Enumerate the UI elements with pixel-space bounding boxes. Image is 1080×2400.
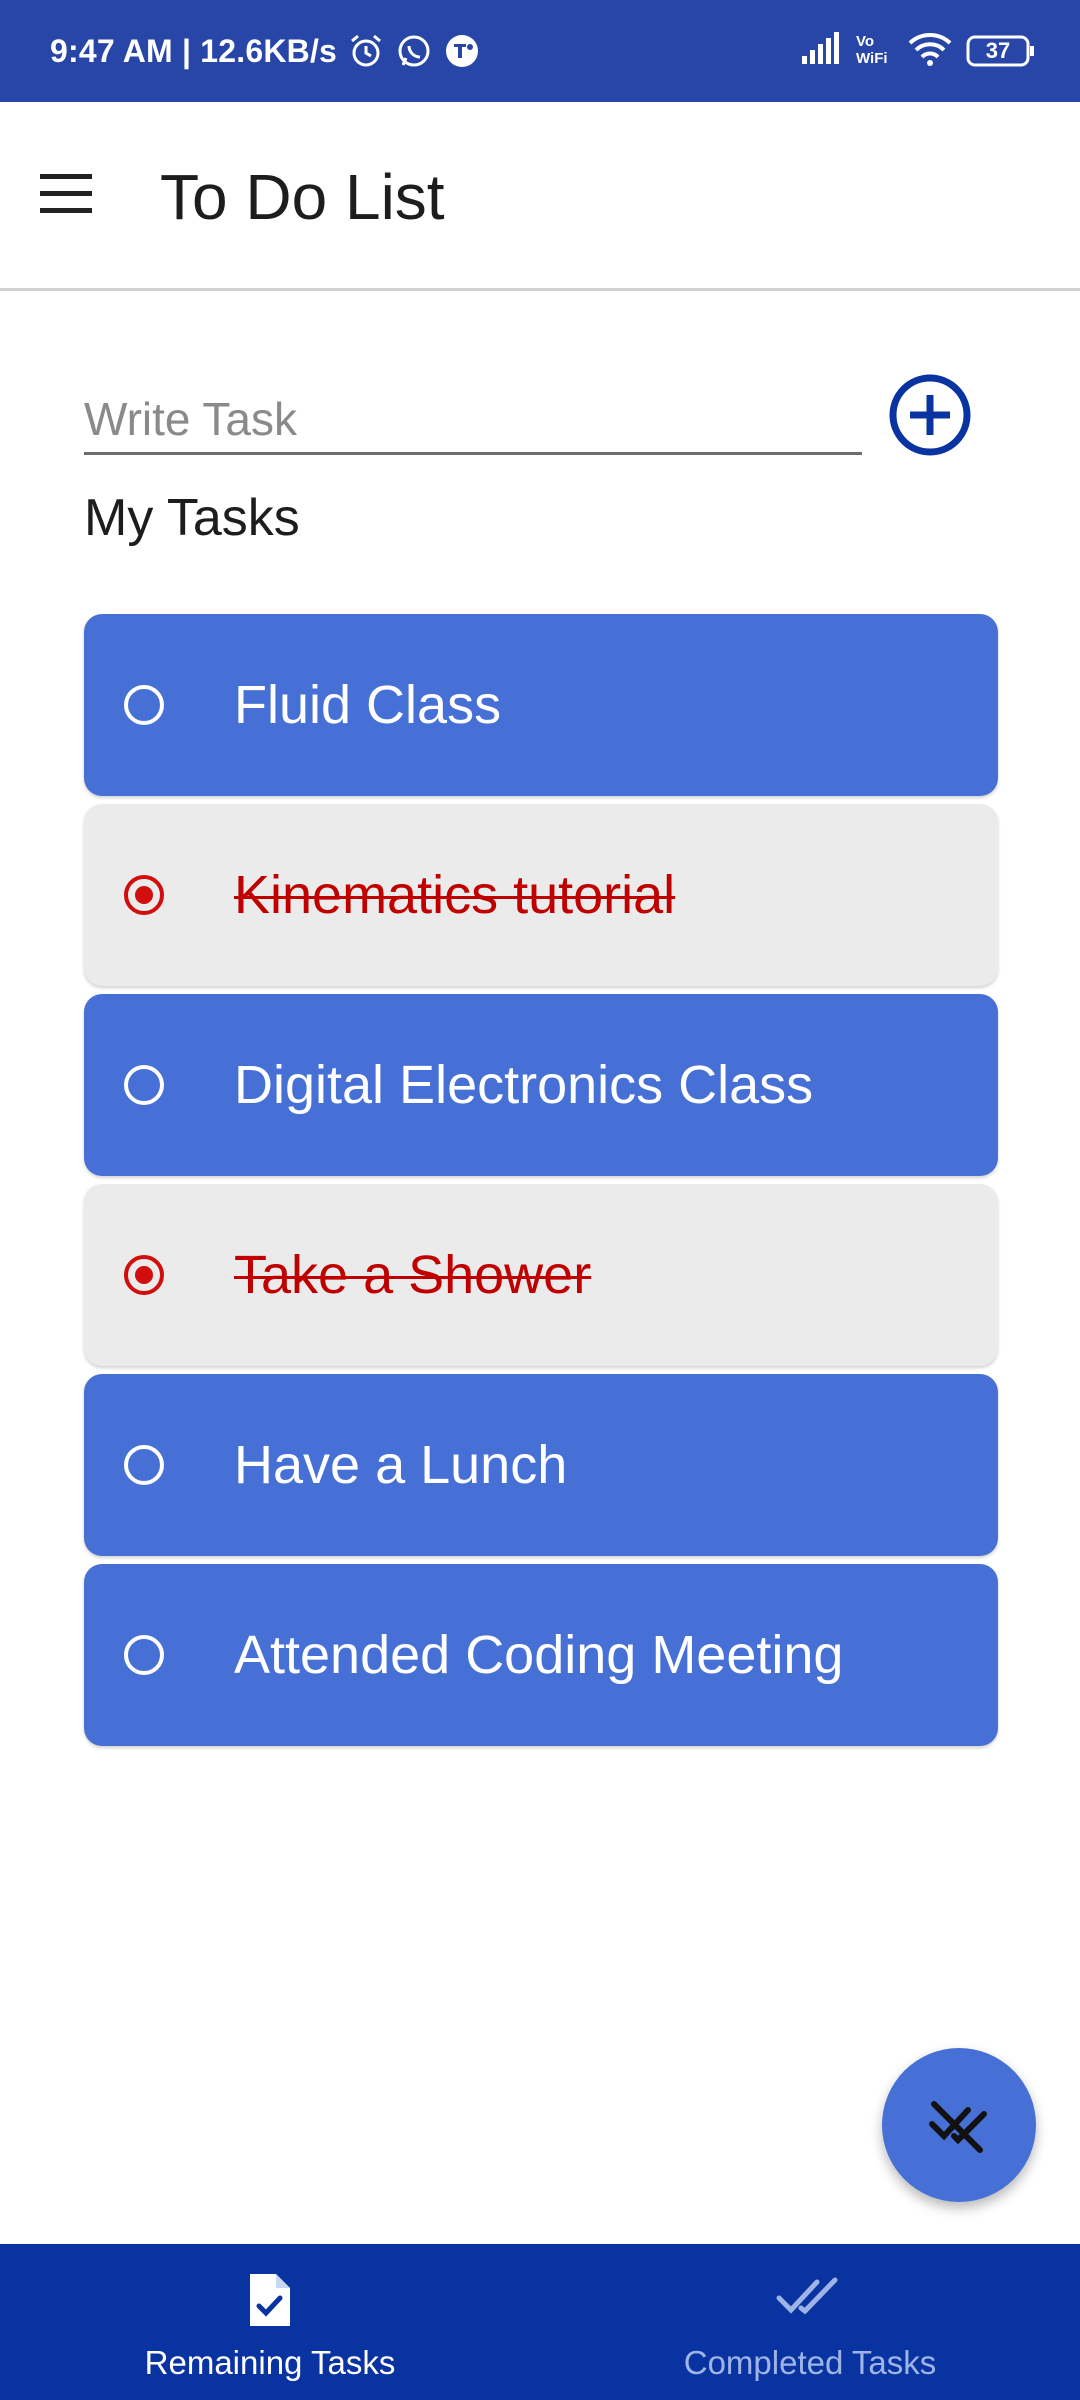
- signal-icon: [800, 31, 840, 71]
- status-left: 9:47 AM | 12.6KB/s: [50, 0, 481, 102]
- task-document-icon: [250, 2274, 290, 2326]
- task-label: Fluid Class: [234, 675, 502, 735]
- page-title: To Do List: [160, 161, 445, 233]
- write-task-input[interactable]: [84, 385, 862, 455]
- task-radio-unchecked[interactable]: [124, 1635, 164, 1675]
- task-radio-unchecked[interactable]: [124, 685, 164, 725]
- battery-level: 37: [985, 38, 1011, 63]
- status-bar: 9:47 AM | 12.6KB/s Vo WiFi 37: [0, 0, 1080, 102]
- tab-label: Remaining Tasks: [144, 2344, 396, 2381]
- tab-remaining-tasks[interactable]: Remaining Tasks: [0, 2244, 540, 2400]
- task-item[interactable]: Kinematics tutorial: [84, 804, 998, 986]
- wifi-icon: [908, 32, 952, 71]
- plus-circle-icon: [889, 374, 971, 456]
- battery-icon: 37: [966, 35, 1036, 67]
- task-item[interactable]: Have a Lunch: [84, 1374, 998, 1556]
- task-item[interactable]: Fluid Class: [84, 614, 998, 796]
- tab-completed-tasks[interactable]: Completed Tasks: [540, 2244, 1080, 2400]
- vowifi-icon: Vo WiFi: [854, 32, 894, 71]
- task-radio-checked[interactable]: [124, 1255, 164, 1295]
- svg-text:WiFi: WiFi: [856, 50, 888, 66]
- alarm-icon: [347, 32, 385, 70]
- clear-done-fab-button[interactable]: [882, 2048, 1036, 2202]
- bottom-navigation: Remaining Tasks Completed Tasks: [0, 2244, 1080, 2400]
- hamburger-menu-icon[interactable]: [40, 174, 92, 214]
- whatsapp-icon: [395, 32, 433, 70]
- status-right: Vo WiFi 37: [800, 0, 1036, 102]
- task-item[interactable]: Digital Electronics Class: [84, 994, 998, 1176]
- task-item[interactable]: Attended Coding Meeting: [84, 1564, 998, 1746]
- task-label: Kinematics tutorial: [234, 865, 676, 925]
- task-item[interactable]: Take a Shower: [84, 1184, 998, 1366]
- task-radio-unchecked[interactable]: [124, 1065, 164, 1105]
- svg-text:Vo: Vo: [856, 33, 874, 50]
- clear-all-done-icon: [929, 2101, 987, 2153]
- my-tasks-heading: My Tasks: [84, 489, 300, 547]
- app-bar: To Do List: [0, 102, 1080, 291]
- task-radio-unchecked[interactable]: [124, 1445, 164, 1485]
- task-radio-checked[interactable]: [124, 875, 164, 915]
- teams-icon: [443, 32, 481, 70]
- double-check-icon: [776, 2277, 838, 2315]
- task-label: Attended Coding Meeting: [234, 1625, 844, 1685]
- add-task-button[interactable]: [888, 373, 972, 457]
- task-label: Have a Lunch: [234, 1435, 568, 1495]
- status-time: 9:47 AM | 12.6KB/s: [50, 32, 338, 69]
- task-label: Digital Electronics Class: [234, 1055, 814, 1115]
- tab-label: Completed Tasks: [683, 2344, 937, 2381]
- task-list: Fluid Class Kinematics tutorial Digital …: [84, 614, 998, 1754]
- task-label: Take a Shower: [234, 1245, 592, 1305]
